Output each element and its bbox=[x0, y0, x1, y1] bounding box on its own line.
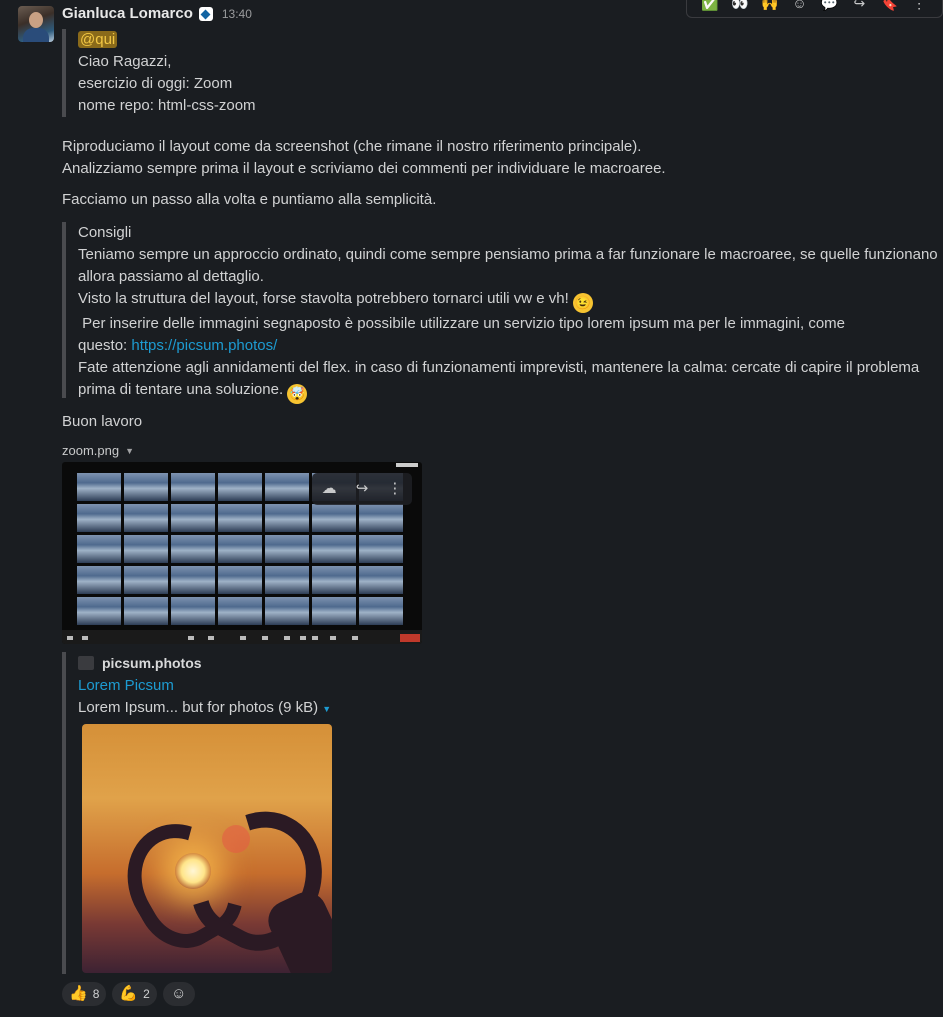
video-tile bbox=[312, 535, 356, 563]
quote-line: nome repo: html-css-zoom bbox=[78, 97, 256, 114]
video-tile bbox=[171, 566, 215, 594]
more-icon[interactable]: ⋮ bbox=[387, 478, 402, 500]
reactions-row: 👍 8 💪 2 ☺ bbox=[62, 982, 195, 1006]
avatar[interactable] bbox=[18, 6, 54, 42]
video-tile bbox=[77, 504, 121, 532]
quote-line: Visto la struttura del layout, forse sta… bbox=[78, 290, 569, 307]
link-preview: picsum.photos Lorem Picsum Lorem Ipsum..… bbox=[62, 652, 378, 974]
wink-emoji-icon: 😉 bbox=[572, 293, 593, 313]
reaction-thumbs-up[interactable]: 👍 8 bbox=[62, 982, 107, 1006]
video-tile bbox=[218, 504, 262, 532]
video-tile bbox=[312, 566, 356, 594]
site-favicon-icon bbox=[78, 656, 94, 670]
quote-line: esercizio di oggi: Zoom bbox=[78, 75, 233, 92]
video-tile bbox=[218, 597, 262, 625]
download-cloud-icon[interactable]: ☁ bbox=[322, 478, 337, 500]
reaction-count: 8 bbox=[92, 987, 100, 1001]
zoom-toolbar-preview bbox=[62, 630, 422, 644]
video-tile bbox=[124, 535, 168, 563]
quote-line: Ciao Ragazzi, bbox=[78, 53, 172, 70]
video-tile bbox=[171, 535, 215, 563]
author-name[interactable]: Gianluca Lomarco bbox=[62, 3, 193, 25]
image-actions: ☁ ↪ ⋮ bbox=[312, 473, 412, 505]
video-tile bbox=[77, 535, 121, 563]
video-tile bbox=[265, 566, 309, 594]
reaction-count: 2 bbox=[143, 987, 150, 1001]
message-header: Gianluca Lomarco 13:40 bbox=[62, 3, 252, 25]
video-tile bbox=[77, 566, 121, 594]
video-tile bbox=[77, 597, 121, 625]
video-tile bbox=[124, 473, 168, 501]
site-name: picsum.photos bbox=[102, 655, 202, 671]
tips-title: Consigli bbox=[78, 224, 132, 241]
quote-line: allora passiamo al dettaglio. bbox=[78, 268, 264, 285]
thumbs-up-emoji-icon: 👍 bbox=[69, 985, 88, 1002]
forward-icon[interactable]: ↪ bbox=[848, 0, 870, 14]
paragraph-intro: Riproduciamo il layout come da screensho… bbox=[62, 136, 666, 180]
video-tile bbox=[265, 597, 309, 625]
preview-image[interactable] bbox=[82, 724, 332, 973]
status-badge-icon bbox=[198, 7, 213, 21]
chevron-down-icon[interactable]: ▼ bbox=[322, 704, 331, 714]
video-tile bbox=[359, 566, 403, 594]
picsum-link[interactable]: https://picsum.photos/ bbox=[131, 337, 277, 354]
eyes-emoji-icon[interactable]: 👀 bbox=[729, 0, 751, 14]
share-icon[interactable]: ↪ bbox=[356, 478, 369, 500]
quote-line: Per inserire delle immagini segnaposto è… bbox=[78, 315, 845, 332]
video-tile bbox=[171, 597, 215, 625]
text-line: Riproduciamo il layout come da screensho… bbox=[62, 138, 642, 155]
closing-text: Buon lavoro bbox=[62, 413, 143, 430]
video-tile bbox=[265, 504, 309, 532]
quote-line: Teniamo sempre un approccio ordinato, qu… bbox=[78, 246, 938, 263]
video-tile bbox=[265, 535, 309, 563]
file-name: zoom.png bbox=[62, 443, 120, 458]
video-tile bbox=[359, 504, 403, 532]
video-tile bbox=[312, 504, 356, 532]
file-name-toggle[interactable]: zoom.png ▼ bbox=[62, 440, 134, 462]
chevron-down-icon: ▼ bbox=[125, 446, 135, 456]
video-tile bbox=[124, 597, 168, 625]
video-tile bbox=[265, 473, 309, 501]
quote-line: questo: bbox=[78, 337, 132, 354]
video-tile bbox=[359, 597, 403, 625]
add-emoji-icon: ☺ bbox=[171, 985, 187, 1002]
text-line: Analizziamo sempre prima il layout e scr… bbox=[62, 160, 666, 177]
unfurl-title-link[interactable]: Lorem Picsum bbox=[78, 677, 174, 694]
video-tile bbox=[218, 535, 262, 563]
video-tile bbox=[171, 504, 215, 532]
tips-quote: Consigli Teniamo sempre un approccio ord… bbox=[62, 222, 938, 404]
quote-line: prima di tentare una soluzione. bbox=[78, 381, 284, 398]
video-tile bbox=[124, 566, 168, 594]
message-actions-bar: ✅ 👀 🙌 ☺ 💬 ↪ 🔖 ⋮ bbox=[686, 0, 943, 18]
video-tile bbox=[171, 473, 215, 501]
video-tile bbox=[359, 535, 403, 563]
timestamp[interactable]: 13:40 bbox=[222, 3, 252, 25]
intro-quote: @qui Ciao Ragazzi, esercizio di oggi: Zo… bbox=[62, 29, 256, 117]
add-reaction-button[interactable]: ☺ bbox=[162, 982, 195, 1006]
emoji-reaction-icon[interactable]: ☺ bbox=[789, 0, 811, 14]
mention[interactable]: @qui bbox=[78, 31, 118, 48]
bookmark-icon[interactable]: 🔖 bbox=[878, 0, 900, 14]
more-actions-icon[interactable]: ⋮ bbox=[908, 0, 930, 14]
video-tile bbox=[218, 566, 262, 594]
exploding-head-emoji-icon: 🤯 bbox=[287, 384, 308, 404]
quote-line: Fate attenzione agli annidamenti del fle… bbox=[78, 359, 920, 376]
check-emoji-icon[interactable]: ✅ bbox=[699, 0, 721, 14]
reply-thread-icon[interactable]: 💬 bbox=[818, 0, 840, 14]
raised-hands-emoji-icon[interactable]: 🙌 bbox=[759, 0, 781, 14]
reaction-muscle[interactable]: 💪 2 bbox=[112, 982, 157, 1006]
video-tile bbox=[124, 504, 168, 532]
muscle-emoji-icon: 💪 bbox=[119, 985, 139, 1002]
video-tile bbox=[218, 473, 262, 501]
video-tile bbox=[312, 597, 356, 625]
paragraph-steps: Facciamo un passo alla volta e puntiamo … bbox=[62, 191, 437, 208]
video-tile bbox=[77, 473, 121, 501]
unfurl-description: Lorem Ipsum... but for photos (9 kB) bbox=[78, 699, 319, 716]
